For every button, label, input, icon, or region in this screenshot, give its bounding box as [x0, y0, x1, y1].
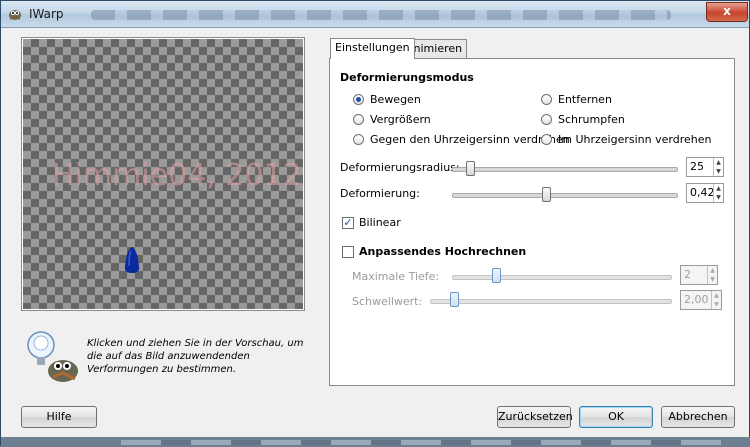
wilber-lightbulb-icon [27, 331, 78, 382]
mode-bewegen-radio[interactable]: Bewegen [353, 93, 421, 106]
title-bar[interactable]: IWarp x [1, 1, 749, 28]
hint-panel: Klicken und ziehen Sie in der Vorschau, … [25, 329, 325, 389]
spin-arrows-icon[interactable]: ▲ ▼ [707, 266, 717, 284]
button-label: Hilfe [46, 410, 72, 423]
radio-label: Entfernen [558, 93, 612, 106]
spin-arrows-icon[interactable]: ▲ ▼ [711, 291, 721, 309]
radio-indicator[interactable] [541, 114, 552, 125]
supersample-checkbox[interactable]: Anpassendes Hochrechnen [342, 245, 526, 258]
radio-indicator[interactable] [541, 94, 552, 105]
radio-indicator[interactable] [353, 134, 364, 145]
threshold-spinbox[interactable]: 2,00 ▲ ▼ [680, 290, 722, 310]
max-depth-slider-track[interactable] [452, 275, 672, 280]
radius-label: Deformierungsradius: [340, 161, 460, 174]
max-depth-label: Maximale Tiefe: [352, 270, 439, 283]
settings-panel: Deformierungsmodus Bewegen Entfernen Ver… [329, 58, 735, 386]
radius-slider-track[interactable] [452, 167, 678, 172]
mode-ccw-radio[interactable]: Gegen den Uhrzeigersinn verdrehen [353, 133, 570, 146]
blurred-taskbar-items [121, 440, 721, 445]
threshold-slider-thumb[interactable] [450, 292, 459, 307]
check-mark-icon[interactable]: ✓ [342, 216, 354, 229]
mode-cw-radio[interactable]: Im Uhrzeigersinn verdrehen [541, 133, 711, 146]
close-icon: x [723, 4, 731, 18]
amount-slider-track[interactable] [452, 193, 678, 198]
max-depth-label-text: Maximale Tiefe: [352, 270, 440, 283]
iwarp-dialog: IWarp x Himmie04, 2012 Klicken und ziehe… [0, 0, 750, 447]
spin-arrows-icon[interactable]: ▲ ▼ [713, 184, 723, 202]
amount-slider-thumb[interactable] [542, 187, 552, 202]
preview-shape [124, 247, 140, 273]
radio-label: Gegen den Uhrzeigersinn verdrehen [370, 133, 570, 146]
ok-button[interactable]: OK [579, 406, 653, 428]
radius-slider-thumb[interactable] [465, 161, 475, 176]
spinbox-value: 25 [690, 160, 704, 173]
close-button[interactable]: x [706, 2, 748, 22]
reset-button[interactable]: Zurücksetzen [497, 406, 573, 428]
cancel-button[interactable]: Abbrechen [661, 406, 735, 428]
spinbox-value: 2,00 [684, 293, 709, 306]
tab-einstellungen[interactable]: Einstellungen [330, 38, 415, 59]
button-label: Abbrechen [668, 410, 728, 423]
watermark-text: Himmie04, 2012 [52, 158, 302, 193]
amount-label: Deformierung: [340, 187, 420, 200]
radio-label: Schrumpfen [558, 113, 625, 126]
max-depth-slider-thumb[interactable] [491, 268, 501, 283]
checkbox-label: Anpassendes Hochrechnen [359, 245, 527, 258]
threshold-label: Schwellwert: [352, 295, 422, 308]
radio-indicator[interactable] [353, 114, 364, 125]
max-depth-spinbox[interactable]: 2 ▲ ▼ [680, 265, 718, 285]
radio-label: Vergrößern [370, 113, 431, 126]
mode-vergroessern-radio[interactable]: Vergrößern [353, 113, 431, 126]
threshold-label-text: Schwellwert: [352, 295, 423, 308]
spinbox-value: 2 [684, 268, 691, 281]
button-label: OK [608, 410, 624, 423]
mode-heading: Deformierungsmodus [340, 71, 474, 84]
tab-label: Einstellungen [335, 41, 410, 54]
preview-area[interactable]: Himmie04, 2012 [21, 37, 305, 311]
radio-indicator[interactable] [541, 134, 552, 145]
help-button[interactable]: Hilfe [21, 406, 97, 428]
blurred-title-area [91, 10, 671, 20]
bilinear-checkbox[interactable]: ✓ Bilinear [342, 216, 401, 229]
spinbox-value: 0,42 [690, 186, 715, 199]
spin-arrows-icon[interactable]: ▲ ▼ [713, 158, 723, 176]
hint-text: Klicken und ziehen Sie in der Vorschau, … [87, 338, 304, 375]
amount-spinbox[interactable]: 0,42 ▲ ▼ [686, 183, 724, 203]
threshold-slider-track[interactable] [430, 299, 672, 304]
window-title: IWarp [29, 7, 64, 21]
radio-label: Im Uhrzeigersinn verdrehen [558, 133, 712, 146]
checkbox-box[interactable] [342, 245, 354, 258]
mode-entfernen-radio[interactable]: Entfernen [541, 93, 612, 106]
radius-spinbox[interactable]: 25 ▲ ▼ [686, 157, 724, 177]
button-label: Zurücksetzen [498, 410, 573, 423]
checkbox-label: Bilinear [359, 216, 401, 229]
mode-schrumpfen-radio[interactable]: Schrumpfen [541, 113, 625, 126]
radio-label: Bewegen [370, 93, 421, 106]
gimp-app-icon [9, 10, 21, 20]
radio-indicator[interactable] [353, 94, 364, 105]
